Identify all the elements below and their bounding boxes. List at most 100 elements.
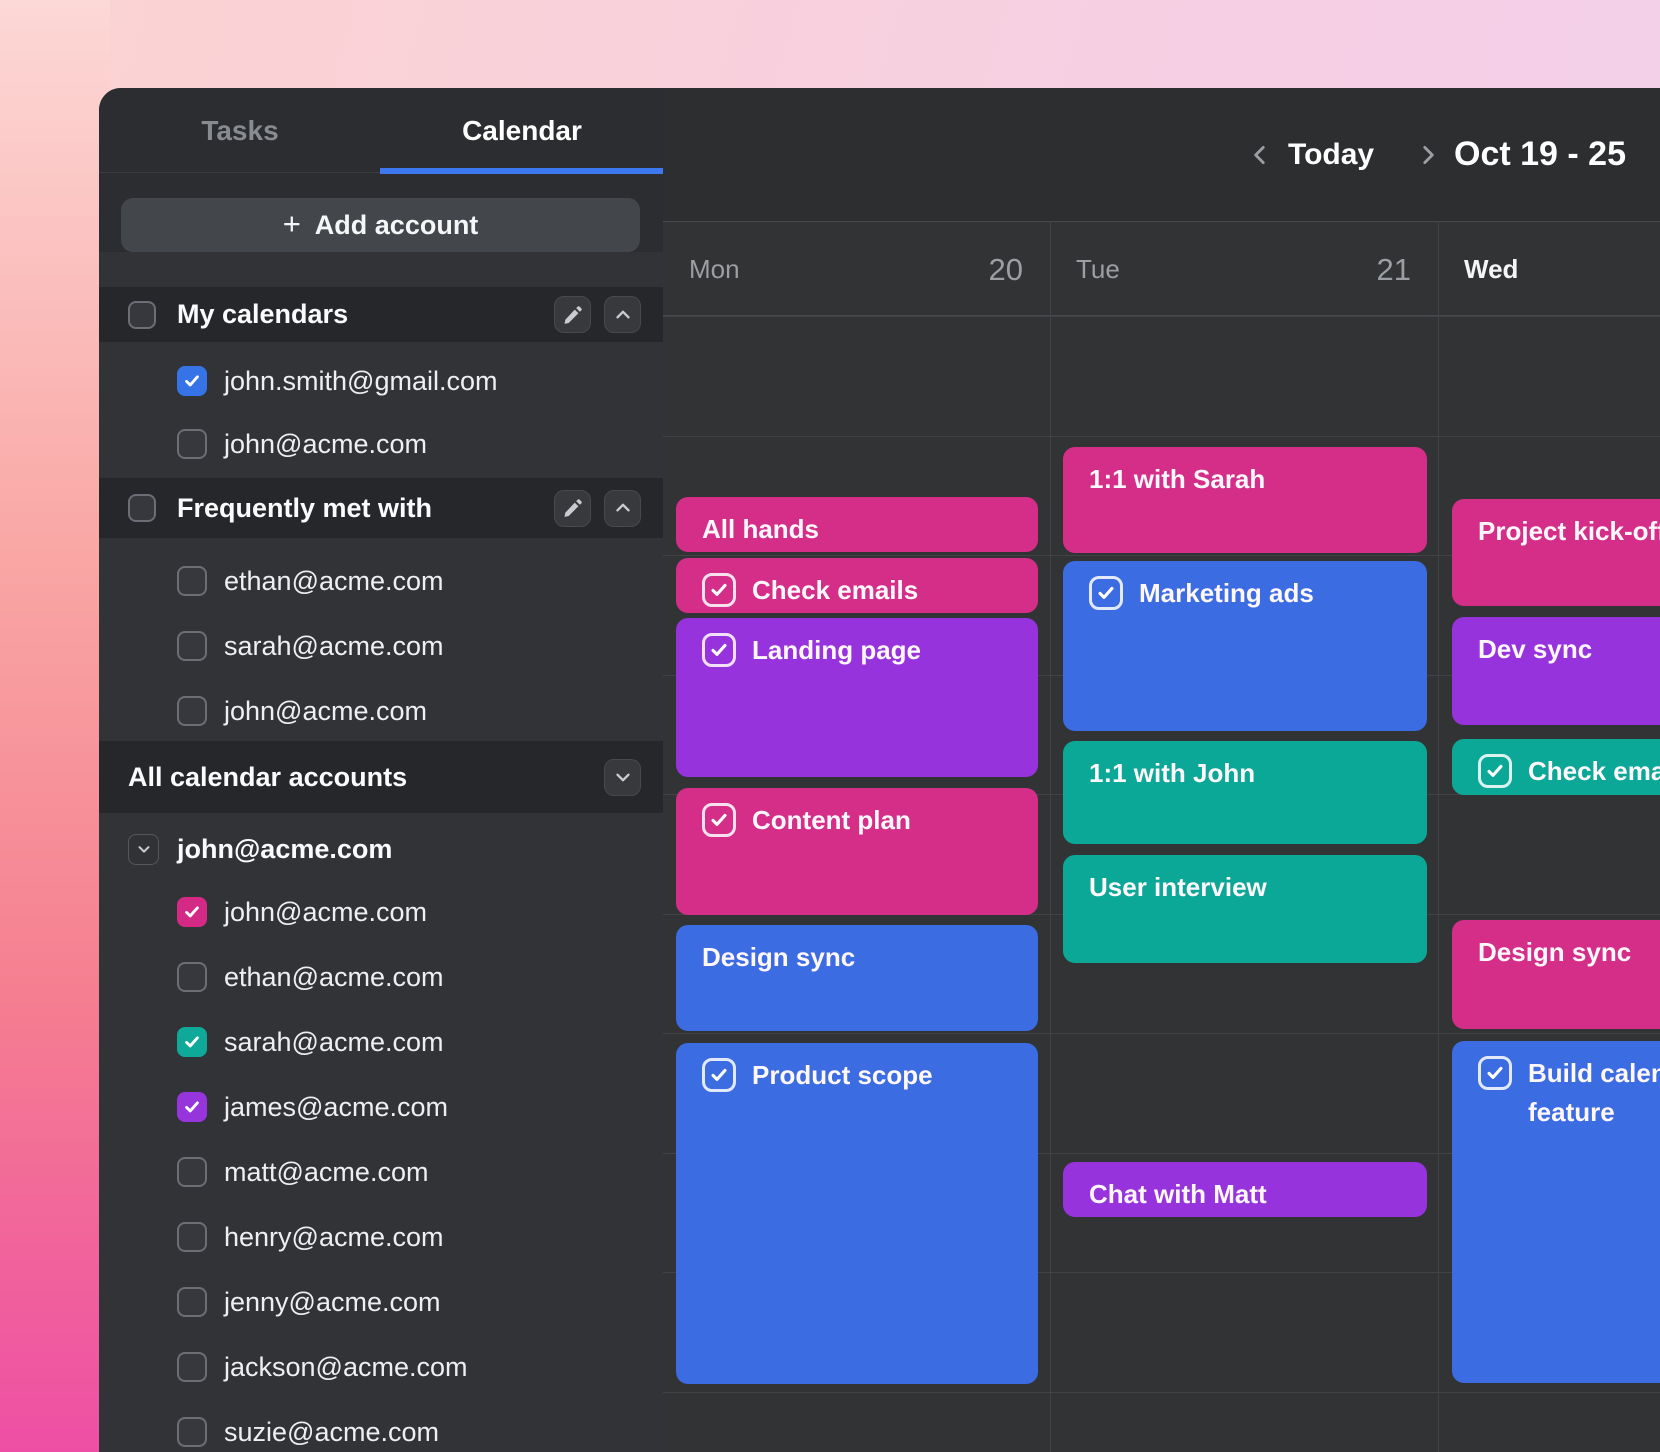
calendar-checkbox[interactable] (177, 897, 207, 927)
event-title: Chat with Matt (1089, 1175, 1267, 1214)
event-title: Dev sync (1478, 630, 1592, 669)
collapse-section-button[interactable] (604, 490, 641, 527)
section-checkbox[interactable] (128, 494, 156, 522)
calendar-email-label: matt@acme.com (224, 1157, 428, 1188)
calendar-email-label: sarah@acme.com (224, 631, 443, 662)
event-done-checkbox[interactable] (702, 573, 736, 607)
sidebar-section-header-my-calendars: My calendars (99, 287, 663, 342)
collapse-section-button[interactable] (604, 296, 641, 333)
section-checkbox[interactable] (128, 301, 156, 329)
check-icon (182, 1032, 202, 1052)
tab-tasks[interactable]: Tasks (99, 88, 381, 173)
event-1-1-with-sarah[interactable]: 1:1 with Sarah (1063, 447, 1427, 553)
calendar-checkbox[interactable] (177, 696, 207, 726)
calendar-checkbox[interactable] (177, 1222, 207, 1252)
event-all-hands[interactable]: All hands (676, 497, 1038, 552)
event-check-emails[interactable]: Check emails (676, 558, 1038, 613)
plus-icon: + (283, 208, 301, 239)
calendar-email-label: jackson@acme.com (224, 1352, 468, 1383)
sidebar-calendar-item: suzie@acme.com (99, 1400, 663, 1452)
calendar-email-label: henry@acme.com (224, 1222, 443, 1253)
event-title: 1:1 with John (1089, 754, 1255, 793)
event-title: Content plan (752, 801, 911, 840)
sidebar-calendar-item: john@acme.com (99, 412, 663, 476)
check-icon (182, 902, 202, 922)
sidebar-calendar-item: matt@acme.com (99, 1140, 663, 1204)
event-product-scope[interactable]: Product scope (676, 1043, 1038, 1384)
check-icon (708, 1064, 730, 1086)
sidebar-calendar-item: john@acme.com (99, 880, 663, 944)
sidebar-calendar-item: jenny@acme.com (99, 1270, 663, 1334)
calendar-email-label: james@acme.com (224, 1092, 448, 1123)
calendar-checkbox[interactable] (177, 429, 207, 459)
pencil-icon (562, 497, 584, 519)
calendar-checkbox[interactable] (177, 566, 207, 596)
calendar-checkbox[interactable] (177, 1352, 207, 1382)
calendar-checkbox[interactable] (177, 631, 207, 661)
event-user-interview[interactable]: User interview (1063, 855, 1427, 963)
section-title: My calendars (177, 299, 348, 330)
calendar-email-label: sarah@acme.com (224, 1027, 443, 1058)
collapse-section-button[interactable] (604, 759, 641, 796)
calendar-email-label: john@acme.com (224, 696, 427, 727)
calendar-checkbox[interactable] (177, 1417, 207, 1447)
calendar-email-label: ethan@acme.com (224, 566, 444, 597)
account-title: john@acme.com (177, 834, 392, 865)
sidebar: Tasks Calendar + Add account My calendar… (99, 88, 663, 1452)
calendar-email-label: john@acme.com (224, 897, 427, 928)
event-title: All hands (702, 510, 819, 549)
event-dev-sync[interactable]: Dev sync (1452, 617, 1660, 725)
event-title: Design sync (1478, 933, 1631, 972)
active-tab-underline (380, 168, 663, 174)
event-done-checkbox[interactable] (702, 803, 736, 837)
event-done-checkbox[interactable] (1478, 1056, 1512, 1090)
edit-section-button[interactable] (554, 296, 591, 333)
event-title: Landing page (752, 631, 921, 670)
calendar-email-label: jenny@acme.com (224, 1287, 441, 1318)
calendar-checkbox[interactable] (177, 1287, 207, 1317)
calendar-checkbox[interactable] (177, 962, 207, 992)
sidebar-calendar-item: henry@acme.com (99, 1205, 663, 1269)
event-title: Product scope (752, 1056, 933, 1095)
calendar-checkbox[interactable] (177, 1157, 207, 1187)
event-1-1-with-john[interactable]: 1:1 with John (1063, 741, 1427, 844)
event-done-checkbox[interactable] (1478, 754, 1512, 788)
event-project-kick-off[interactable]: Project kick-off (1452, 499, 1660, 606)
event-title: Build calendar feature (1528, 1054, 1660, 1132)
expand-account-button[interactable] (128, 834, 159, 865)
sidebar-calendar-item: sarah@acme.com (99, 1010, 663, 1074)
add-account-button[interactable]: + Add account (121, 198, 640, 252)
event-content-plan[interactable]: Content plan (676, 788, 1038, 915)
event-design-sync[interactable]: Design sync (1452, 920, 1660, 1029)
event-landing-page[interactable]: Landing page (676, 618, 1038, 777)
edit-section-button[interactable] (554, 490, 591, 527)
event-chat-with-matt[interactable]: Chat with Matt (1063, 1162, 1427, 1217)
chevron-up-icon (612, 304, 634, 326)
event-marketing-ads[interactable]: Marketing ads (1063, 561, 1427, 731)
event-build-calendar-feature[interactable]: Build calendar feature (1452, 1041, 1660, 1383)
sidebar-calendar-item: ethan@acme.com (99, 945, 663, 1009)
check-icon (1484, 1062, 1506, 1084)
calendar-checkbox[interactable] (177, 366, 207, 396)
calendar-email-label: ethan@acme.com (224, 962, 444, 993)
event-check-emails[interactable]: Check emails (1452, 739, 1660, 795)
event-title: Marketing ads (1139, 574, 1314, 613)
check-icon (182, 1097, 202, 1117)
app-window: Tasks Calendar + Add account My calendar… (99, 88, 1660, 1452)
tab-calendar[interactable]: Calendar (381, 88, 663, 173)
event-done-checkbox[interactable] (702, 633, 736, 667)
event-done-checkbox[interactable] (1089, 576, 1123, 610)
calendar-accounts-list: My calendarsjohn.smith@gmail.comjohn@acm… (99, 252, 663, 1452)
section-buttons (554, 296, 641, 333)
calendar-checkbox[interactable] (177, 1092, 207, 1122)
check-icon (1484, 760, 1506, 782)
desktop-gradient-background (0, 0, 110, 1452)
section-title: All calendar accounts (128, 762, 407, 793)
event-design-sync[interactable]: Design sync (676, 925, 1038, 1031)
calendar-checkbox[interactable] (177, 1027, 207, 1057)
sidebar-calendar-item: ethan@acme.com (99, 549, 663, 613)
check-icon (182, 371, 202, 391)
check-icon (708, 579, 730, 601)
event-done-checkbox[interactable] (702, 1058, 736, 1092)
check-icon (708, 809, 730, 831)
